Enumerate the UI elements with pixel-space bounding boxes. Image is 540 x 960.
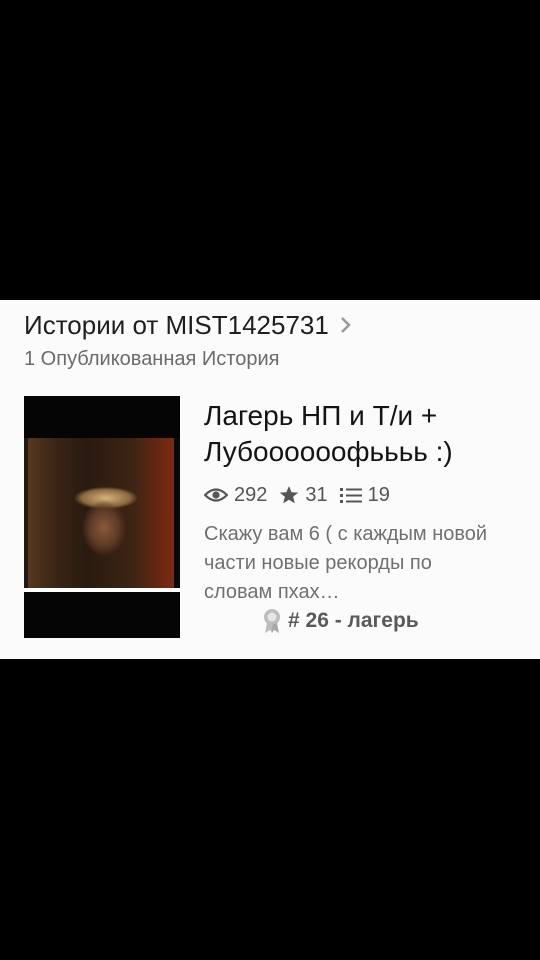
published-count: 1 Опубликованная История [24,348,280,370]
cover-frame-left [24,438,28,590]
parts-stat: 19 [339,483,390,507]
title-row[interactable]: Истории от MIST1425731 [24,308,353,342]
story-description: Скажу вам 6 ( с каждым новой части новые… [204,523,488,603]
views-count: 292 [234,483,268,506]
author-stories-header[interactable]: Истории от MIST1425731 1 Опубликованная … [24,308,353,372]
star-icon [280,486,299,504]
cover-frame-right [174,438,180,590]
votes-stat: 31 [279,483,328,507]
cover-divider [24,588,180,592]
story-cover[interactable] [24,396,180,638]
stories-panel: Истории от MIST1425731 1 Опубликованная … [0,300,540,659]
story-title[interactable]: Лагерь НП и Т/и + Лубоооооофьььь :) [204,398,504,470]
ribbon-medal-icon [264,609,280,633]
list-icon [339,488,362,503]
parts-count: 19 [367,483,390,506]
rank-label: # 26 - лагерь [288,609,419,632]
views-stat: 292 [204,484,267,507]
story-info[interactable]: Лагерь НП и Т/и + Лубоооооофьььь :) 292 … [204,398,504,607]
story-rank[interactable]: # 26 - лагерь [262,608,419,634]
cover-photo [24,438,180,590]
eye-icon [204,488,228,502]
stories-title: Истории от MIST1425731 [24,310,329,340]
story-stats: 292 31 19 [204,482,504,508]
votes-count: 31 [305,483,328,506]
chevron-right-icon[interactable] [339,316,353,334]
